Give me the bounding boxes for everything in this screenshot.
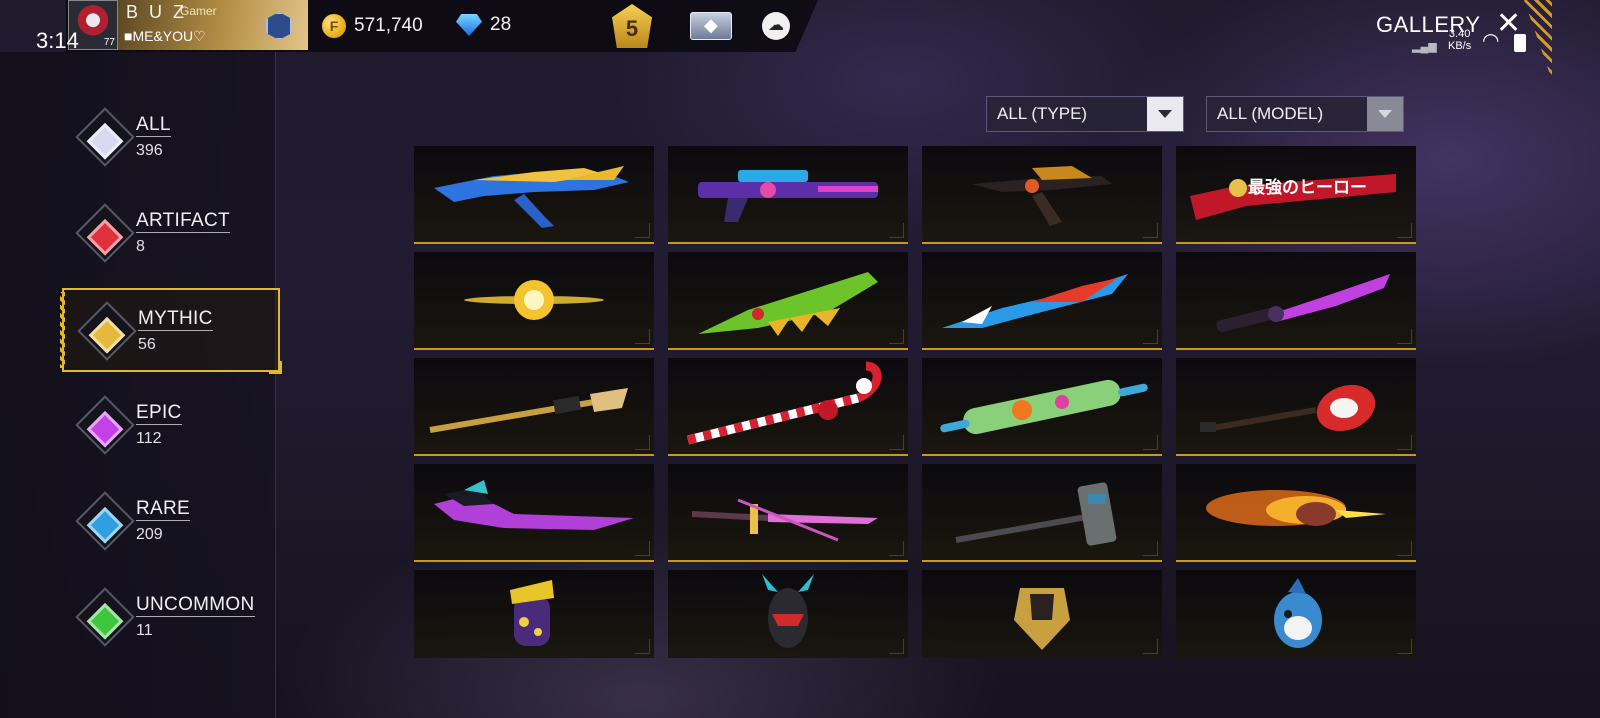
- epic-rarity-icon: [75, 395, 135, 455]
- rare-rarity-icon: [75, 491, 135, 551]
- gold-coin-icon: F: [322, 14, 346, 38]
- item-tile[interactable]: 最強のヒーロー: [1176, 146, 1416, 244]
- gold-armor-icon: [1014, 588, 1070, 650]
- network-speed: 3.40 KB/s: [1448, 28, 1471, 52]
- mythic-rarity-icon: [77, 301, 137, 361]
- category-count: 56: [138, 336, 156, 353]
- electric-guitar-icon: [1200, 384, 1376, 432]
- item-tile[interactable]: [922, 252, 1162, 350]
- flaming-fist-icon: [1206, 490, 1386, 526]
- dark-smg-icon: [972, 166, 1112, 226]
- model-filter-value: ALL (MODEL): [1217, 104, 1324, 123]
- diamond-icon: [456, 14, 482, 36]
- pink-katana-icon: [691, 498, 878, 542]
- purple-katana-icon: [1216, 274, 1390, 333]
- all-rarity-icon: [75, 107, 135, 167]
- golden-orb-icon: [464, 280, 604, 320]
- purple-scythe-blade-icon: [434, 480, 634, 530]
- artifact-rarity-icon: [75, 203, 135, 263]
- category-uncommon[interactable]: UNCOMMON 11: [62, 576, 280, 660]
- uncommon-rarity-icon: [75, 587, 135, 647]
- category-label: ALL: [136, 114, 171, 137]
- war-hammer-icon: [955, 482, 1117, 546]
- item-tile[interactable]: [414, 146, 654, 244]
- status-time: 3:14: [36, 28, 79, 53]
- item-tile[interactable]: [922, 358, 1162, 456]
- green-serrated-sword-icon: [698, 272, 878, 336]
- item-tile[interactable]: [922, 146, 1162, 244]
- category-label: EPIC: [136, 402, 182, 425]
- category-count: 396: [136, 142, 163, 159]
- rolling-pin-icon: [940, 379, 1148, 435]
- network-speed-value: 3.40: [1448, 28, 1471, 40]
- item-tile[interactable]: [414, 358, 654, 456]
- blue-gold-rifle-icon: [434, 166, 629, 228]
- shark-backpack-icon: [1274, 578, 1322, 648]
- candy-cane-icon: [686, 361, 882, 445]
- item-tile[interactable]: [1176, 464, 1416, 562]
- purple-grenade-icon: [510, 580, 554, 646]
- item-tile[interactable]: [668, 570, 908, 658]
- item-tile[interactable]: [1176, 570, 1416, 658]
- item-tile[interactable]: [668, 146, 908, 244]
- item-tile[interactable]: [668, 358, 908, 456]
- diamond-amount: 28: [490, 14, 512, 35]
- wifi-icon: ◠: [1482, 30, 1500, 52]
- item-tile[interactable]: [1176, 358, 1416, 456]
- diamond-display[interactable]: 28: [456, 14, 511, 36]
- category-artifact[interactable]: ARTIFACT 8: [62, 192, 280, 276]
- item-tile[interactable]: [414, 464, 654, 562]
- red-black-helmet-icon: [762, 574, 814, 648]
- item-tile[interactable]: [922, 464, 1162, 562]
- category-count: 209: [136, 526, 163, 543]
- category-epic[interactable]: EPIC 112: [62, 384, 280, 468]
- category-all[interactable]: ALL 396: [62, 96, 280, 180]
- category-count: 11: [136, 622, 153, 639]
- chevron-down-icon: [1147, 97, 1183, 131]
- red-shotgun-icon: 最強のヒーロー: [1190, 174, 1396, 220]
- player-clan: ■ME&YOU♡: [124, 28, 206, 44]
- category-mythic[interactable]: MYTHIC 56: [60, 288, 282, 374]
- golden-spear-icon: [429, 388, 628, 433]
- gold-display[interactable]: F 571,740: [322, 14, 423, 38]
- cloud-icon[interactable]: ☁: [762, 12, 790, 40]
- gold-amount: 571,740: [354, 15, 423, 36]
- item-tile[interactable]: [414, 252, 654, 350]
- chevron-down-icon: [1367, 97, 1403, 131]
- category-rare[interactable]: RARE 209: [62, 480, 280, 564]
- membership-card-icon[interactable]: [690, 12, 732, 40]
- category-label: MYTHIC: [138, 308, 213, 331]
- item-tile[interactable]: [1176, 252, 1416, 350]
- network-speed-unit: KB/s: [1448, 40, 1472, 52]
- player-name: B U Z: [126, 2, 188, 22]
- neon-sniper-rifle-icon: [698, 170, 878, 222]
- item-tile[interactable]: [922, 570, 1162, 658]
- blue-red-flame-blade-icon: [942, 274, 1128, 328]
- category-count: 112: [136, 430, 162, 447]
- category-count: 8: [136, 238, 145, 255]
- category-label: RARE: [136, 498, 190, 521]
- category-label: ARTIFACT: [136, 210, 230, 233]
- item-text: 最強のヒーロー: [1248, 177, 1367, 198]
- category-label: UNCOMMON: [136, 594, 255, 617]
- signal-icon: ▂▄▆: [1412, 41, 1437, 53]
- type-filter-value: ALL (TYPE): [997, 104, 1088, 123]
- model-filter-dropdown[interactable]: ALL (MODEL): [1206, 96, 1404, 132]
- item-tile[interactable]: [414, 570, 654, 658]
- item-tile[interactable]: [668, 252, 908, 350]
- player-level: 77: [103, 37, 115, 48]
- type-filter-dropdown[interactable]: ALL (TYPE): [986, 96, 1184, 132]
- player-tag: Gamer: [180, 4, 217, 18]
- item-tile[interactable]: [668, 464, 908, 562]
- battery-icon: [1514, 34, 1526, 52]
